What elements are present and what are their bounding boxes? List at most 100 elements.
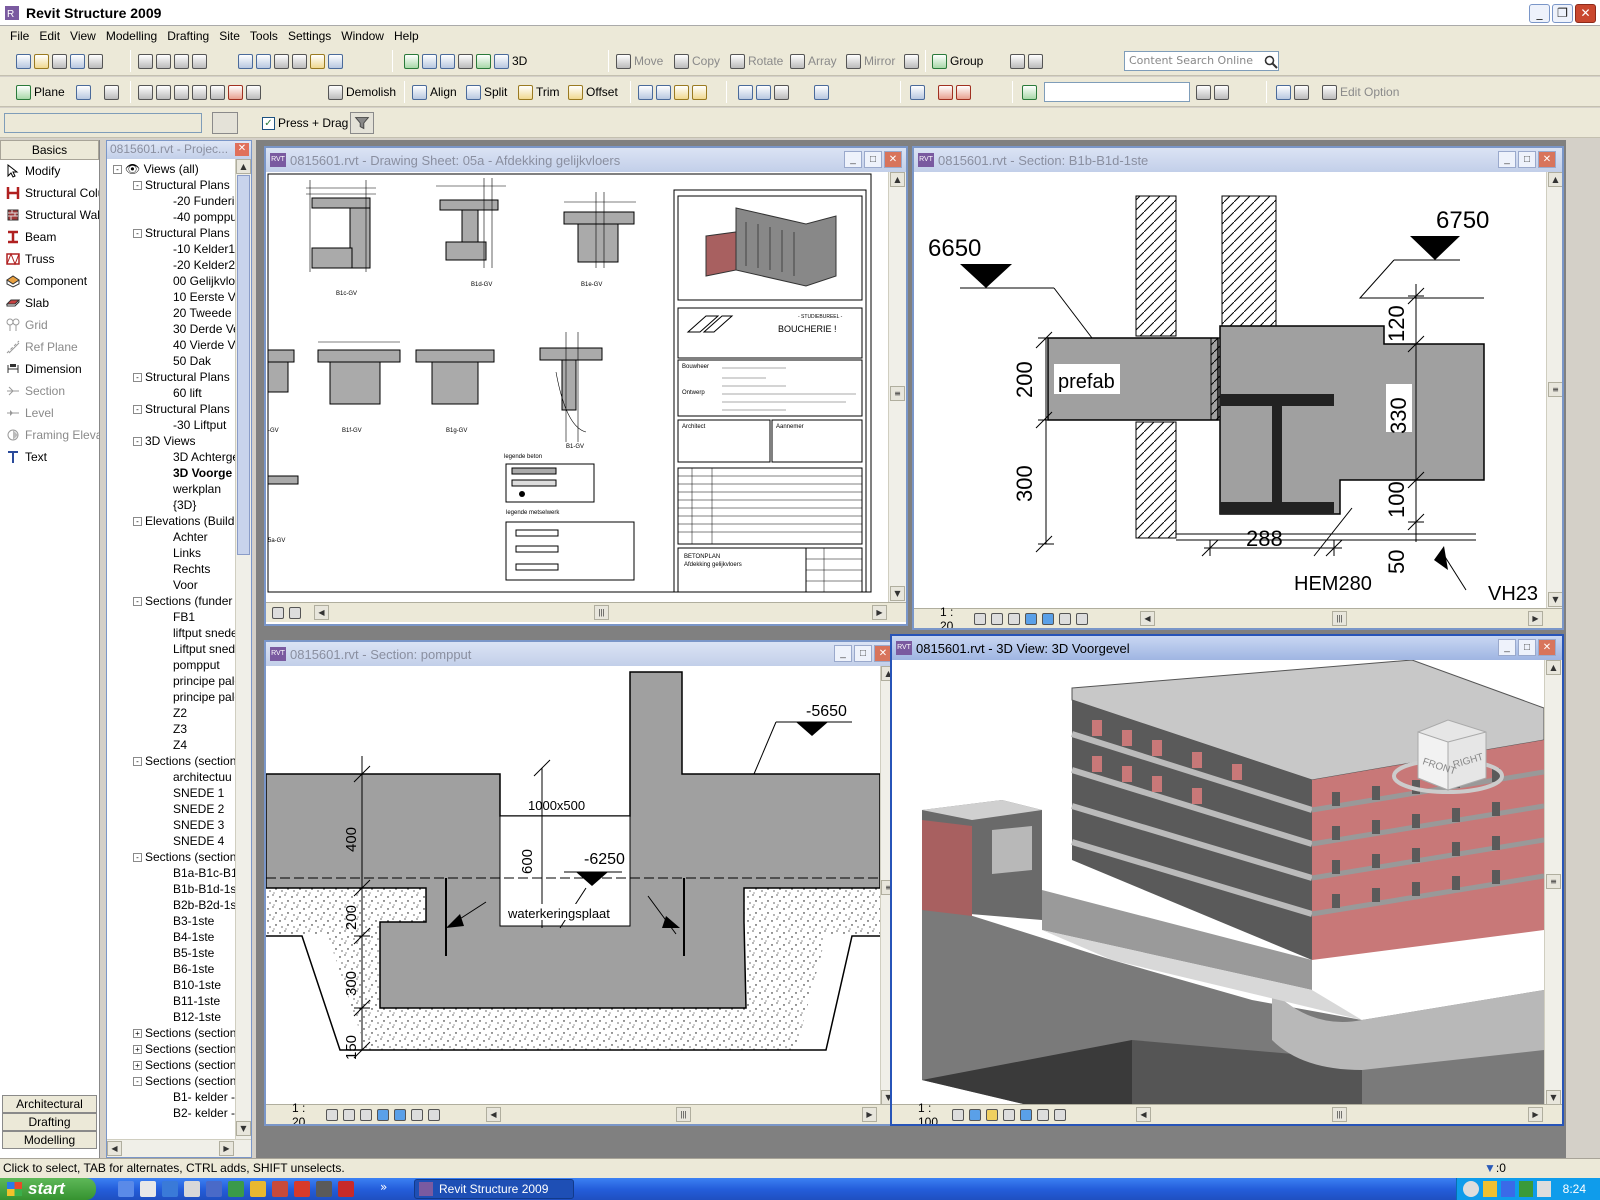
- b1b-crop-icon[interactable]: [1025, 612, 1037, 625]
- print-icon[interactable]: [88, 53, 103, 69]
- tree-folder[interactable]: - Structural Plans: [107, 369, 235, 385]
- palette-tab-basics[interactable]: Basics: [0, 140, 99, 160]
- collapse-icon[interactable]: -: [133, 1077, 142, 1087]
- collapse-icon[interactable]: -: [133, 405, 142, 415]
- quicklaunch-pdf-icon[interactable]: [338, 1181, 354, 1197]
- quicklaunch-media-icon[interactable]: [184, 1181, 200, 1197]
- collapse-icon[interactable]: -: [133, 229, 142, 239]
- tree-folder[interactable]: - Elevations (Build: [107, 513, 235, 529]
- work-plane-button[interactable]: Plane: [16, 82, 65, 102]
- b1b-scroll-down-icon[interactable]: ▼: [1548, 592, 1562, 607]
- menu-edit[interactable]: Edit: [35, 29, 66, 43]
- view-section-pompput[interactable]: RVT 0815601.rvt - Section: pompput _ □ ✕ -…: [264, 640, 896, 1126]
- align-button[interactable]: Align: [412, 82, 457, 102]
- navigate-icon[interactable]: [422, 53, 437, 69]
- group-button[interactable]: Group: [932, 51, 983, 71]
- tree-item[interactable]: B6-1ste: [107, 961, 235, 977]
- join-geometry-icon[interactable]: [192, 84, 207, 100]
- tree-item[interactable]: B2- kelder -: [107, 1105, 235, 1121]
- palette-level[interactable]: Level: [0, 402, 99, 424]
- palette-tab-architectural[interactable]: Architectural: [2, 1095, 97, 1113]
- tree-item[interactable]: 20 Tweede V: [107, 305, 235, 321]
- tree-folder[interactable]: - Structural Plans: [107, 177, 235, 193]
- pompput-canvas[interactable]: -5650 -6250 1000x500 600 waterkeringspla…: [266, 666, 880, 1106]
- tree-item[interactable]: -20 Kelder2: [107, 257, 235, 273]
- tree-folder[interactable]: - Sections (section: [107, 1073, 235, 1089]
- tree-item[interactable]: 3D Voorge: [107, 465, 235, 481]
- tree-item[interactable]: -20 Funderin: [107, 193, 235, 209]
- view-section-b1b[interactable]: RVT 0815601.rvt - Section: B1b-B1d-1ste …: [912, 146, 1564, 630]
- sheet-canvas[interactable]: B1c-GV B1d-GV B1e-GV -GV B1f-GV B1g-GV B…: [266, 172, 906, 602]
- palette-tab-modelling[interactable]: Modelling: [2, 1131, 97, 1149]
- project-browser-toggle-icon[interactable]: [310, 53, 325, 69]
- cut-profile-icon[interactable]: [228, 84, 243, 100]
- tree-item[interactable]: B4-1ste: [107, 929, 235, 945]
- collapse-icon[interactable]: -: [133, 181, 142, 191]
- 3d-box-icon[interactable]: [476, 53, 491, 69]
- design-options-icon[interactable]: [1022, 84, 1037, 100]
- sheet-hscroll-thumb-icon[interactable]: |||: [594, 605, 609, 620]
- tree-item[interactable]: principe pale: [107, 673, 235, 689]
- quicklaunch-outlook-icon[interactable]: [250, 1181, 266, 1197]
- 3d-scroll-down-icon[interactable]: ▼: [1546, 1090, 1561, 1105]
- delete-icon[interactable]: [192, 53, 207, 69]
- palette-component[interactable]: Component: [0, 270, 99, 292]
- cut-geometry-icon[interactable]: [174, 84, 189, 100]
- new-icon[interactable]: [16, 53, 31, 69]
- pompput-hscroll-thumb-icon[interactable]: |||: [676, 1107, 691, 1122]
- expand-icon[interactable]: +: [133, 1061, 142, 1071]
- b1b-shadows-icon[interactable]: [1008, 612, 1020, 625]
- pompput-scroll-right-icon[interactable]: ▶: [862, 1107, 877, 1122]
- 3d-scale-label[interactable]: 1 : 100: [892, 1101, 942, 1125]
- tree-item[interactable]: 10 Eerste Ve: [107, 289, 235, 305]
- expand-icon[interactable]: +: [133, 1029, 142, 1039]
- tree-folder[interactable]: - Sections (funder: [107, 593, 235, 609]
- menu-view[interactable]: View: [66, 29, 102, 43]
- pin-icon[interactable]: [1010, 53, 1025, 69]
- coordination-review-icon[interactable]: [756, 84, 771, 100]
- tray-shield-icon[interactable]: [1483, 1181, 1497, 1197]
- phase-icon[interactable]: [1276, 84, 1291, 100]
- menu-drafting[interactable]: Drafting: [163, 29, 215, 43]
- tree-item[interactable]: SNEDE 4: [107, 833, 235, 849]
- tree-item[interactable]: {3D}: [107, 497, 235, 513]
- analytical-model-icon[interactable]: [814, 84, 829, 100]
- palette-modify[interactable]: Modify: [0, 160, 99, 182]
- filter-icon[interactable]: [350, 112, 374, 134]
- sheet-vscroll[interactable]: ▲ ≡ ▼: [888, 172, 906, 602]
- sheet-close-button[interactable]: ✕: [884, 151, 902, 168]
- scroll-down-icon[interactable]: ▼: [236, 1121, 251, 1136]
- pompput-minimize-button[interactable]: _: [834, 645, 852, 662]
- 3d-detail-level-icon[interactable]: [952, 1108, 964, 1121]
- cut-icon[interactable]: [138, 53, 153, 69]
- tree-item[interactable]: Links: [107, 545, 235, 561]
- quicklaunch-revit-icon[interactable]: [272, 1181, 288, 1197]
- press-drag-checkbox[interactable]: ✓: [262, 116, 275, 130]
- 3d-close-button[interactable]: ✕: [1538, 639, 1556, 656]
- zoom-icon[interactable]: [440, 53, 455, 69]
- tree-item[interactable]: 30 Derde Ve: [107, 321, 235, 337]
- press-drag-option[interactable]: ✓ Press + Drag: [262, 113, 348, 133]
- tree-folder[interactable]: + Sections (section: [107, 1057, 235, 1073]
- sheet-temp-hide-icon[interactable]: [289, 606, 301, 619]
- dimension-unlock-icon[interactable]: [956, 84, 971, 100]
- tray-back-icon[interactable]: [1463, 1181, 1479, 1197]
- tree-item[interactable]: B3-1ste: [107, 913, 235, 929]
- scroll-up-icon[interactable]: ▲: [236, 159, 251, 174]
- tree-item[interactable]: 3D Achterge: [107, 449, 235, 465]
- tree-folder[interactable]: - Sections (section: [107, 753, 235, 769]
- select-links-icon[interactable]: [638, 84, 653, 100]
- 3d-view-button[interactable]: 3D: [512, 54, 527, 68]
- tree-folder[interactable]: + Sections (section: [107, 1025, 235, 1041]
- pick-to-edit-icon[interactable]: [1214, 84, 1229, 100]
- select-face-icon[interactable]: [692, 84, 707, 100]
- tree-item[interactable]: B1b-B1d-1st: [107, 881, 235, 897]
- expand-icon[interactable]: +: [133, 1045, 142, 1055]
- palette-beam[interactable]: Beam: [0, 226, 99, 248]
- tree-item[interactable]: Z3: [107, 721, 235, 737]
- tree-folder[interactable]: - Sections (section: [107, 849, 235, 865]
- select-underlay-icon[interactable]: [656, 84, 671, 100]
- redo-dropdown-icon[interactable]: [292, 53, 307, 69]
- palette-slab[interactable]: Slab: [0, 292, 99, 314]
- tree-item[interactable]: Achter: [107, 529, 235, 545]
